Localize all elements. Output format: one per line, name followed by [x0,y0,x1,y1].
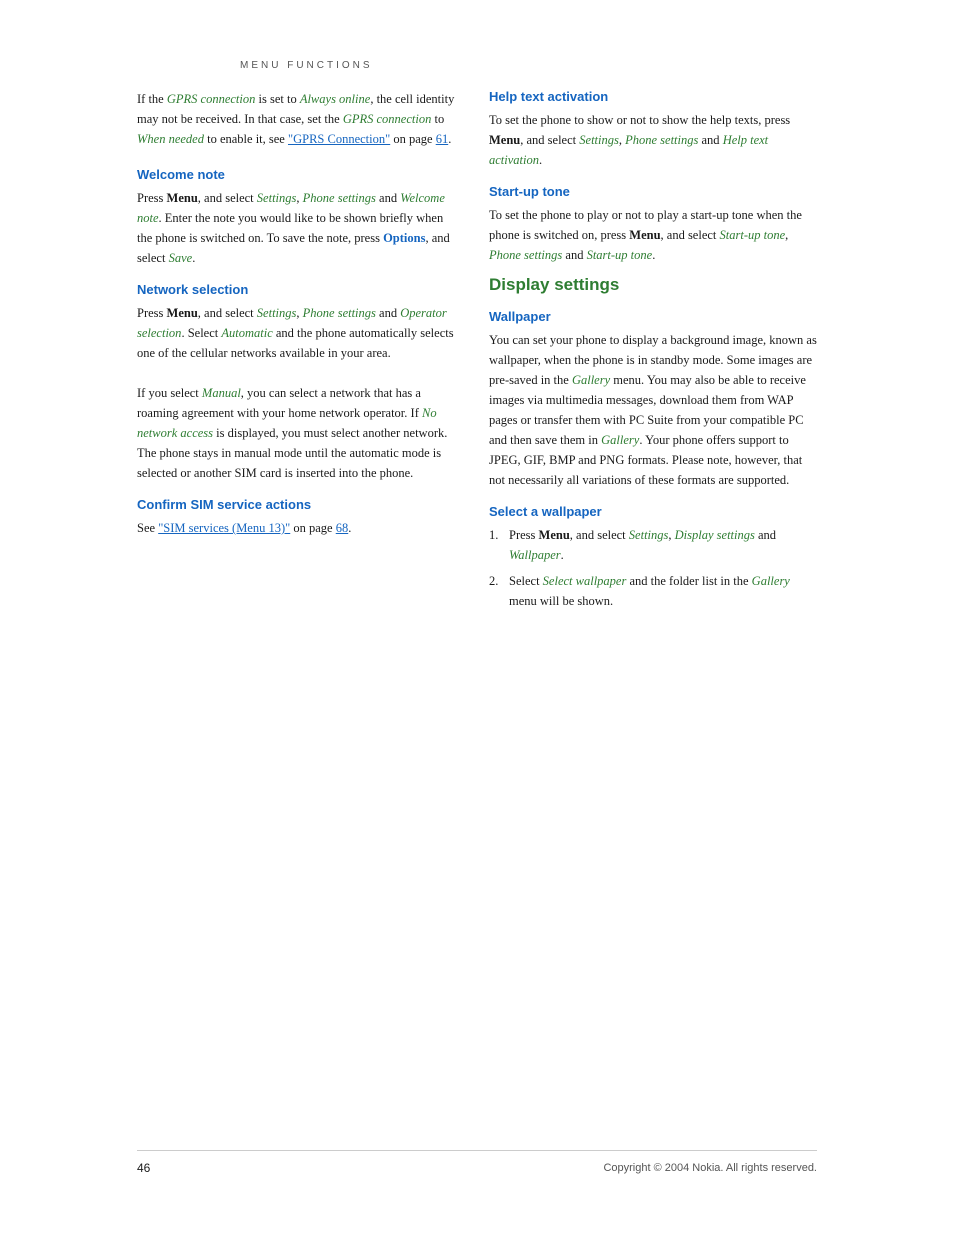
menu-bold-3: Menu [489,133,520,147]
welcome-note-heading: Welcome note [137,167,457,182]
manual-ref: Manual [202,386,241,400]
footer: 46 Copyright © 2004 Nokia. All rights re… [0,1150,954,1175]
menu-bold-4: Menu [629,228,660,242]
step-number-1: 1. [489,525,503,565]
gprs-connection-ref1: GPRS connection [167,92,256,106]
startup-tone-heading: Start-up tone [489,184,817,199]
phone-settings-ref-2: Phone settings [303,306,376,320]
menu-bold-5: Menu [539,528,570,542]
startup-tone-ref1: Start-up tone [720,228,786,242]
wallpaper-heading: Wallpaper [489,309,817,324]
copyright-text: Copyright © 2004 Nokia. All rights reser… [603,1162,817,1174]
select-wallpaper-ref: Select wallpaper [543,574,627,588]
settings-ref-3: Settings [579,133,619,147]
display-settings-heading: Display settings [489,275,817,295]
select-wallpaper-list: 1. Press Menu, and select Settings, Disp… [489,525,817,611]
automatic-ref: Automatic [221,326,272,340]
settings-ref-2: Settings [257,306,297,320]
help-text-heading: Help text activation [489,89,817,104]
intro-paragraph: If the GPRS connection is set to Always … [137,89,457,149]
gallery-ref-2: Gallery [601,433,639,447]
help-text-body: To set the phone to show or not to show … [489,110,817,170]
step-1-text: Press Menu, and select Settings, Display… [509,525,817,565]
gallery-ref-1: Gallery [572,373,610,387]
no-network-access-ref: No network access [137,406,437,440]
step-2-text: Select Select wallpaper and the folder l… [509,571,817,611]
sim-services-link: "SIM services (Menu 13)" [158,521,290,535]
menu-bold-2: Menu [167,306,198,320]
right-column: Help text activation To set the phone to… [489,89,817,611]
step-number-2: 2. [489,571,503,611]
display-settings-ref: Display settings [675,528,755,542]
footer-divider [137,1150,817,1151]
wallpaper-ref: Wallpaper [509,548,561,562]
wallpaper-body: You can set your phone to display a back… [489,330,817,490]
save-ref: Save [169,251,193,265]
footer-content: 46 Copyright © 2004 Nokia. All rights re… [137,1161,817,1175]
page-number: 46 [137,1161,150,1175]
always-online-ref: Always online [300,92,370,106]
startup-tone-body: To set the phone to play or not to play … [489,205,817,265]
network-selection-heading: Network selection [137,282,457,297]
startup-tone-ref2: Start-up tone [587,248,653,262]
gallery-ref-3: Gallery [752,574,790,588]
gprs-connection-ref2: GPRS connection [343,112,432,126]
section-label: Menu functions [240,60,373,71]
when-needed-ref: When needed [137,132,204,146]
settings-ref-1: Settings [257,191,297,205]
welcome-note-body: Press Menu, and select Settings, Phone s… [137,188,457,268]
gprs-connection-link: "GPRS Connection" [288,132,390,146]
network-selection-body: Press Menu, and select Settings, Phone s… [137,303,457,483]
confirm-sim-heading: Confirm SIM service actions [137,497,457,512]
settings-ref-4: Settings [629,528,669,542]
options-bold: Options [383,231,425,245]
page-68-link: 68 [336,521,349,535]
phone-settings-ref-1: Phone settings [303,191,376,205]
left-column: If the GPRS connection is set to Always … [137,89,457,611]
wallpaper-step-2: 2. Select Select wallpaper and the folde… [489,571,817,611]
content-area: If the GPRS connection is set to Always … [137,89,817,611]
menu-bold-1: Menu [167,191,198,205]
phone-settings-ref-3: Phone settings [625,133,698,147]
confirm-sim-body: See "SIM services (Menu 13)" on page 68. [137,518,457,538]
phone-settings-ref-4: Phone settings [489,248,562,262]
page: Menu functions If the GPRS connection is… [0,0,954,1235]
page-61-link: 61 [436,132,449,146]
select-wallpaper-heading: Select a wallpaper [489,504,817,519]
wallpaper-step-1: 1. Press Menu, and select Settings, Disp… [489,525,817,565]
